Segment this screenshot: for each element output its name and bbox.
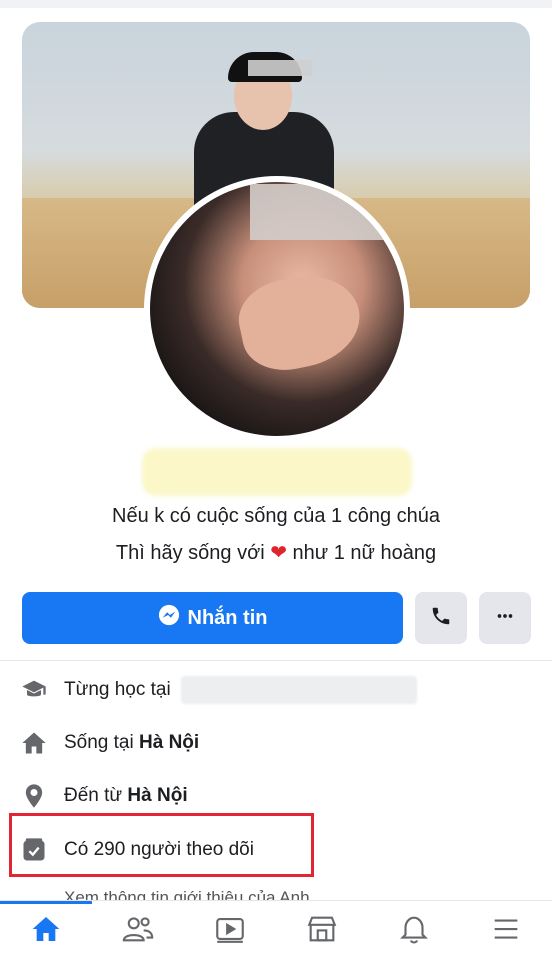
phone-icon (430, 605, 452, 632)
profile-avatar[interactable] (144, 176, 410, 442)
info-from[interactable]: Đến từ Hà Nội (18, 776, 518, 816)
cover-blur (248, 60, 312, 76)
marketplace-icon (305, 912, 339, 951)
info-lives-in[interactable]: Sống tại Hà Nội (18, 723, 518, 763)
nav-watch[interactable] (184, 901, 276, 960)
menu-icon (489, 912, 523, 951)
info-studied[interactable]: Từng học tại (18, 670, 518, 710)
nav-home[interactable] (0, 901, 92, 960)
nav-notifications[interactable] (368, 901, 460, 960)
notifications-icon (397, 912, 431, 951)
call-button[interactable] (415, 592, 467, 644)
home-icon (30, 913, 62, 950)
nav-menu[interactable] (460, 901, 552, 960)
divider (0, 660, 552, 661)
school-name-blurred (180, 676, 417, 704)
bio-line-2: Thì hãy sống với ❤ như 1 nữ hoàng (115, 542, 437, 564)
avatar-blur (250, 184, 390, 240)
bio-line-1: Nếu k có cuộc sống của 1 công chúa (112, 505, 440, 527)
bottom-nav (0, 900, 552, 960)
profile-name-blurred (142, 448, 412, 496)
nav-friends[interactable] (92, 901, 184, 960)
location-pin-icon (18, 780, 50, 812)
watch-icon (213, 912, 247, 951)
more-dots-icon (494, 605, 516, 632)
top-strip (0, 0, 552, 8)
message-button-label: Nhắn tin (187, 606, 268, 629)
nav-marketplace[interactable] (276, 901, 368, 960)
more-button[interactable] (479, 592, 531, 644)
home-location-icon (18, 727, 50, 759)
graduation-cap-icon (18, 674, 50, 706)
messenger-icon (158, 604, 180, 632)
message-button[interactable]: Nhắn tin (22, 592, 403, 644)
friends-icon (121, 912, 155, 951)
heart-icon: ❤ (270, 542, 287, 564)
followers-highlight-box (9, 813, 314, 877)
